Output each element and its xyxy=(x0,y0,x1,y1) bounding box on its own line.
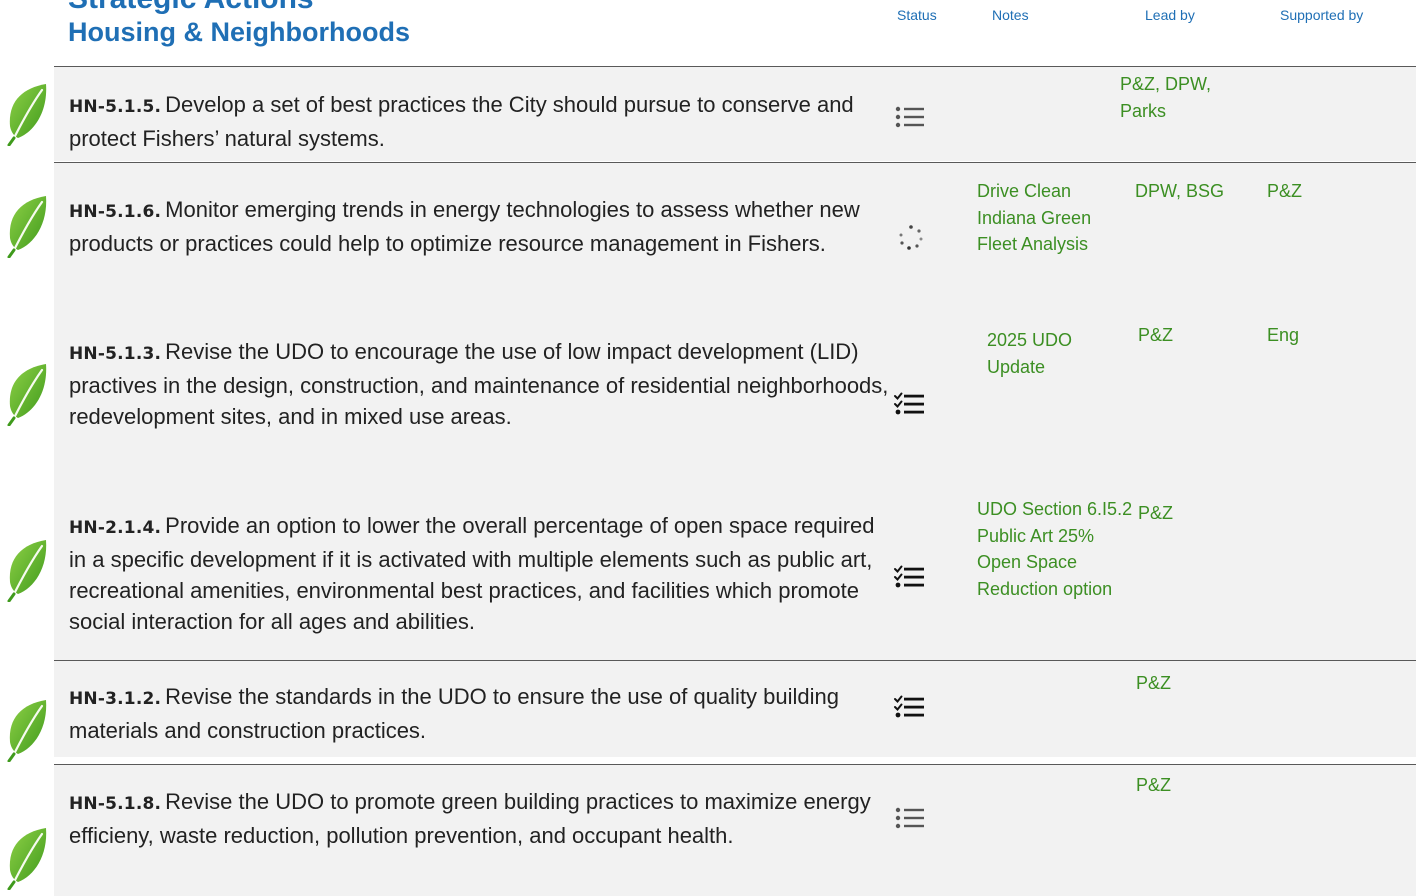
column-header-lead: Lead by xyxy=(1145,7,1195,23)
action-code: HN-3.1.2. xyxy=(69,689,162,709)
list-icon xyxy=(893,804,929,834)
column-header-notes: Notes xyxy=(992,7,1029,23)
notes-cell: Drive Clean Indiana Green Fleet Analysis xyxy=(977,181,1092,254)
lead-cell: P&Z, DPW, Parks xyxy=(1120,74,1212,121)
supported-cell: Eng xyxy=(1267,325,1300,345)
action-description: Monitor emerging trends in energy techno… xyxy=(69,197,860,256)
leaf-icon xyxy=(4,82,50,146)
action-description: Revise the UDO to promote green building… xyxy=(69,789,871,848)
spinner-icon xyxy=(893,223,929,253)
checklist-icon xyxy=(893,563,929,593)
action-code: HN-5.1.3. xyxy=(69,344,162,364)
column-header-status: Status xyxy=(897,7,937,23)
supported-cell: P&Z xyxy=(1267,181,1303,201)
lead-cell: P&Z xyxy=(1138,325,1174,345)
action-description: Revise the standards in the UDO to ensur… xyxy=(69,684,840,743)
lead-cell: P&Z xyxy=(1138,503,1174,523)
column-header-supported: Supported by xyxy=(1280,7,1364,23)
lead-cell: P&Z xyxy=(1136,673,1172,693)
checklist-icon xyxy=(893,390,929,420)
action-code: HN-2.1.4. xyxy=(69,518,162,538)
leaf-icon xyxy=(4,826,50,890)
list-icon xyxy=(893,103,929,133)
action-code: HN-5.1.8. xyxy=(69,794,162,814)
action-text: HN-5.1.6. Monitor emerging trends in ener… xyxy=(69,194,889,259)
notes-cell: UDO Section 6.I5.2 Public Art 25% Open S… xyxy=(977,499,1133,599)
lead-cell: DPW, BSG xyxy=(1135,181,1225,201)
action-code: HN-5.1.6. xyxy=(69,202,162,222)
action-text: HN-3.1.2. Revise the standards in the UDO… xyxy=(69,681,889,746)
leaf-icon xyxy=(4,538,50,602)
notes-cell: 2025 UDO Update xyxy=(987,330,1073,377)
action-text: HN-5.1.5. Develop a set of best practices… xyxy=(69,89,889,154)
action-description: Revise the UDO to encourage the use of l… xyxy=(69,339,889,429)
leaf-icon xyxy=(4,194,50,258)
leaf-icon xyxy=(4,362,50,426)
action-code: HN-5.1.5. xyxy=(69,97,162,117)
page-title: Strategic Actions xyxy=(68,0,314,14)
checklist-icon xyxy=(893,693,929,723)
action-description: Develop a set of best practices the City… xyxy=(69,92,854,151)
action-description: Provide an option to lower the overall p… xyxy=(69,513,875,634)
action-text: HN-2.1.4. Provide an option to lower the … xyxy=(69,510,889,637)
action-text: HN-5.1.8. Revise the UDO to promote green… xyxy=(69,786,889,851)
page-subtitle: Housing & Neighborhoods xyxy=(68,17,410,47)
leaf-icon xyxy=(4,698,50,762)
action-text: HN-5.1.3. Revise the UDO to encourage the… xyxy=(69,336,889,432)
lead-cell: P&Z xyxy=(1136,775,1172,795)
